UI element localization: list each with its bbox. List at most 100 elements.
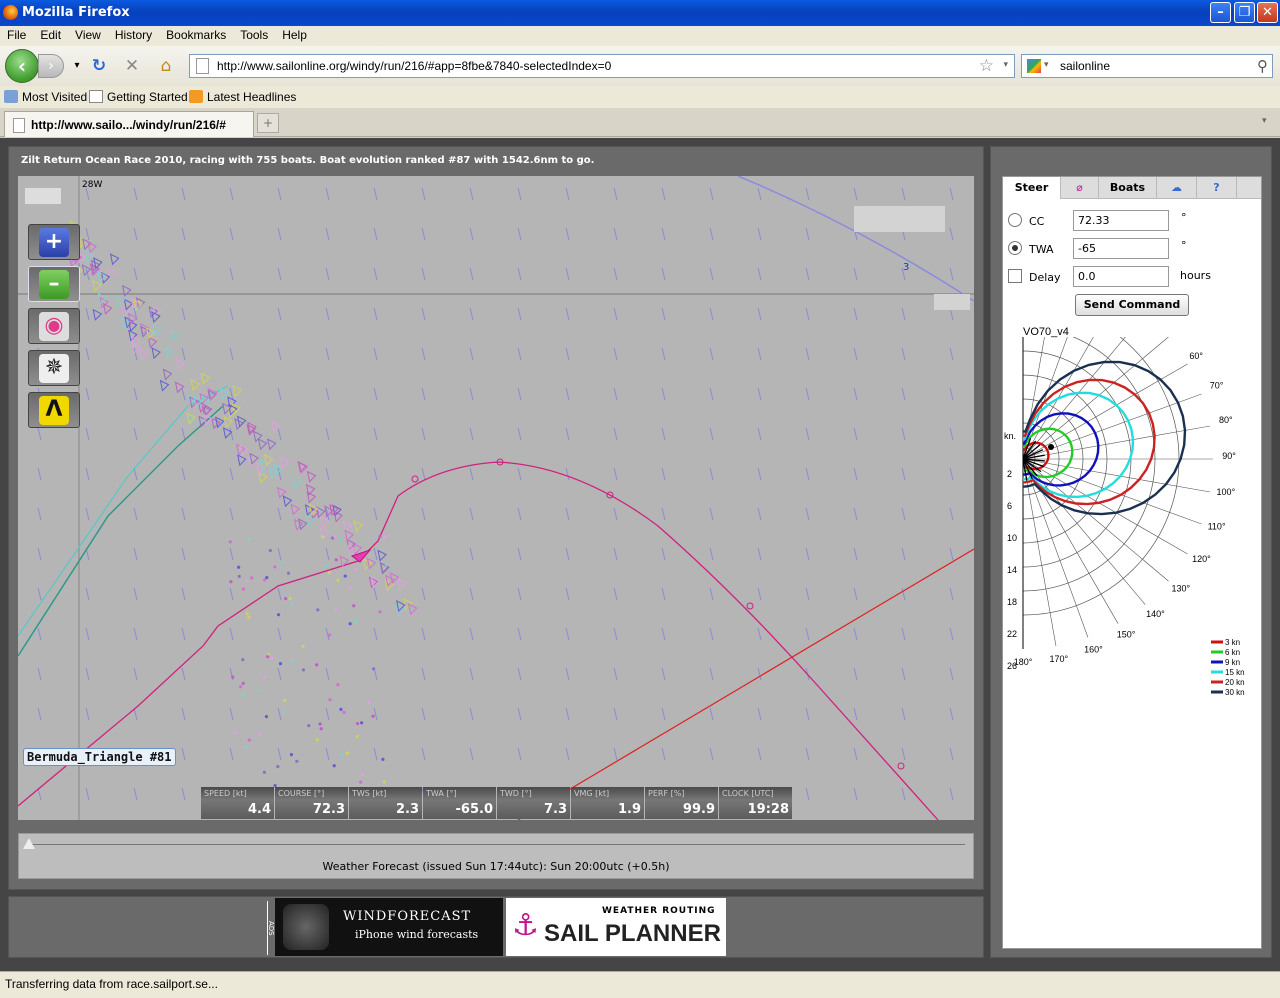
home-icon[interactable]: ⌂	[155, 55, 177, 77]
minus-icon: –	[39, 270, 69, 299]
search-bar[interactable]: ▾ sailonline ⚲	[1021, 54, 1273, 78]
fleet-dot	[258, 689, 263, 693]
fleet-dot	[268, 548, 272, 553]
wind-arrow	[949, 267, 954, 281]
wind-arrow	[181, 587, 186, 601]
wind-arrow	[565, 627, 570, 641]
tab-steer[interactable]: Steer	[1003, 177, 1061, 199]
fleet-dot	[358, 780, 363, 784]
bookmark-getting-started[interactable]: Getting Started	[89, 90, 188, 104]
reload-icon[interactable]: ↻	[88, 55, 110, 77]
menu-file[interactable]: File	[0, 26, 33, 42]
delay-input[interactable]: 0.0	[1073, 266, 1169, 287]
wind-arrow	[85, 307, 90, 321]
windforecast-ad[interactable]: WINDFORECAST iPhone wind forecasts	[275, 898, 503, 956]
wind-arrow	[229, 267, 234, 281]
wind-arrow	[565, 747, 570, 761]
search-icon[interactable]: ⚲	[1257, 57, 1268, 75]
wind-arrow	[517, 307, 522, 321]
polar-spoke	[1022, 337, 1169, 460]
wind-arrow	[277, 307, 282, 321]
search-engine-icon[interactable]	[1027, 59, 1041, 73]
tab-waypoints[interactable]: ⌀	[1061, 177, 1099, 199]
twa-input[interactable]: -65	[1073, 238, 1169, 259]
wind-arrow	[373, 467, 378, 481]
forward-button[interactable]: ›	[38, 54, 64, 78]
forecast-slider[interactable]: Weather Forecast (issued Sun 17:44utc): …	[18, 833, 974, 879]
telemetry-tws: TWS [kt] 2.3	[349, 787, 422, 819]
url-text: http://www.sailonline.org/windy/run/216/…	[217, 59, 612, 73]
new-tab-button[interactable]: +	[257, 113, 279, 133]
bookmark-most-visited[interactable]: Most Visited	[4, 90, 87, 104]
wind-arrow	[277, 667, 282, 681]
tab-chat[interactable]: ☁	[1157, 177, 1197, 199]
wind-arrow	[421, 227, 426, 241]
fleet-dot	[276, 765, 280, 769]
measure-button[interactable]: Λ	[28, 392, 80, 428]
slider-thumb[interactable]	[23, 838, 35, 849]
wind-arrow	[949, 707, 954, 721]
wind-arrow	[181, 547, 186, 561]
tab-sailonline[interactable]: http://www.sailo.../windy/run/216/#	[4, 111, 254, 137]
center-boat-button[interactable]: ◉	[28, 308, 80, 344]
bookmark-star-icon[interactable]: ☆	[979, 56, 994, 76]
tab-list-icon[interactable]: ▾	[1262, 116, 1267, 126]
menu-help[interactable]: Help	[275, 26, 314, 42]
cc-input[interactable]: 72.33	[1073, 210, 1169, 231]
helm-button[interactable]: ✵	[28, 350, 80, 386]
delay-checkbox[interactable]	[1008, 269, 1022, 283]
telemetry-clock: CLOCK [UTC] 19:28	[719, 787, 792, 819]
race-map[interactable]: 28W 3 + – ◉ ✵ Λ Bermuda_Triangle #81 SPE…	[18, 176, 974, 820]
sailplanner-ad[interactable]: ⚓ WEATHER ROUTING SAIL PLANNER	[506, 898, 726, 956]
wind-arrow	[421, 547, 426, 561]
wind-arrow	[133, 547, 138, 561]
fleet-boat	[159, 379, 170, 392]
wind-arrow	[757, 547, 762, 561]
wind-arrow	[949, 387, 954, 401]
most-visited-icon	[4, 90, 18, 103]
cc-radio[interactable]	[1008, 213, 1022, 227]
fleet-dot	[245, 612, 249, 616]
menu-history[interactable]: History	[108, 26, 159, 42]
close-button[interactable]: ✕	[1257, 2, 1278, 23]
minimize-button[interactable]: –	[1210, 2, 1231, 23]
wind-arrow	[709, 507, 714, 521]
zoom-in-button[interactable]: +	[28, 224, 80, 260]
bookmark-latest-headlines[interactable]: Latest Headlines	[189, 90, 296, 104]
wind-arrow	[613, 187, 618, 201]
wind-arrow	[277, 587, 282, 601]
zoom-out-button[interactable]: –	[28, 266, 80, 302]
search-engine-dropdown-icon[interactable]: ▾	[1044, 60, 1049, 70]
url-bar[interactable]: http://www.sailonline.org/windy/run/216/…	[189, 54, 1015, 78]
wind-arrow	[757, 667, 762, 681]
wind-arrow	[133, 787, 138, 801]
maximize-button[interactable]: ❐	[1234, 2, 1255, 23]
search-input[interactable]: sailonline	[1060, 59, 1110, 73]
menu-tools[interactable]: Tools	[233, 26, 275, 42]
twa-radio[interactable]	[1008, 241, 1022, 255]
wind-arrow	[133, 667, 138, 681]
fleet-dot	[283, 698, 287, 703]
telemetry-course: COURSE [°] 72.3	[275, 787, 348, 819]
tab-help[interactable]: ?	[1197, 177, 1237, 199]
menu-bookmarks[interactable]: Bookmarks	[159, 26, 233, 42]
back-button[interactable]: ‹	[5, 49, 39, 83]
send-command-button[interactable]: Send Command	[1075, 294, 1189, 316]
fleet-boat	[306, 470, 317, 483]
menu-edit[interactable]: Edit	[33, 26, 68, 42]
cc-label: CC	[1029, 215, 1045, 228]
wind-arrow	[85, 787, 90, 801]
stop-icon[interactable]: ✕	[121, 55, 143, 77]
fleet-boat	[200, 372, 211, 385]
fleet-dot	[382, 780, 386, 784]
rss-icon	[189, 90, 203, 103]
delay-unit: hours	[1180, 269, 1211, 282]
wind-arrow	[85, 707, 90, 721]
wind-arrow	[37, 707, 42, 721]
menu-view[interactable]: View	[68, 26, 108, 42]
wind-arrow	[661, 747, 666, 761]
url-dropdown-icon[interactable]: ▾	[1003, 60, 1008, 70]
history-dropdown-icon[interactable]: ▾	[66, 55, 88, 77]
boat-name-label[interactable]: Bermuda_Triangle #81	[23, 748, 176, 766]
tab-boats[interactable]: Boats	[1099, 177, 1157, 199]
